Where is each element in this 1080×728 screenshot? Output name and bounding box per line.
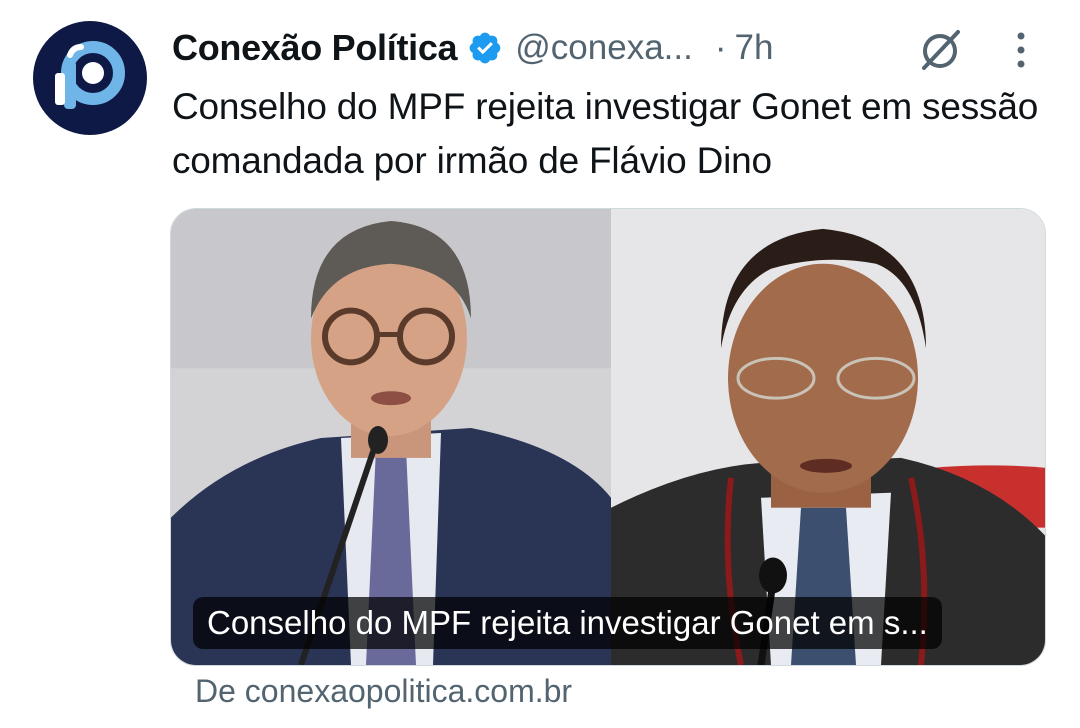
- timestamp[interactable]: 7h: [735, 28, 774, 68]
- card-source[interactable]: De conexaopolitica.com.br: [195, 673, 572, 710]
- tweet-header: Conexão Política @conexa... · 7h: [172, 22, 773, 74]
- link-card[interactable]: Conselho do MPF rejeita investigar Gonet…: [170, 208, 1046, 666]
- handle[interactable]: @conexa...: [515, 28, 693, 68]
- grok-icon[interactable]: [914, 24, 966, 76]
- separator-dot: ·: [714, 28, 727, 67]
- conexao-politica-logo-icon: [55, 41, 125, 109]
- card-title[interactable]: Conselho do MPF rejeita investigar Gonet…: [193, 597, 942, 649]
- avatar[interactable]: [33, 21, 147, 135]
- tweet-text: Conselho do MPF rejeita investigar Gonet…: [172, 86, 1039, 181]
- tweet[interactable]: Conexão Política @conexa... · 7h Conselh…: [0, 0, 1080, 728]
- display-name[interactable]: Conexão Política: [172, 27, 458, 69]
- more-options-icon[interactable]: [1006, 28, 1036, 72]
- verified-badge-icon: [469, 32, 501, 64]
